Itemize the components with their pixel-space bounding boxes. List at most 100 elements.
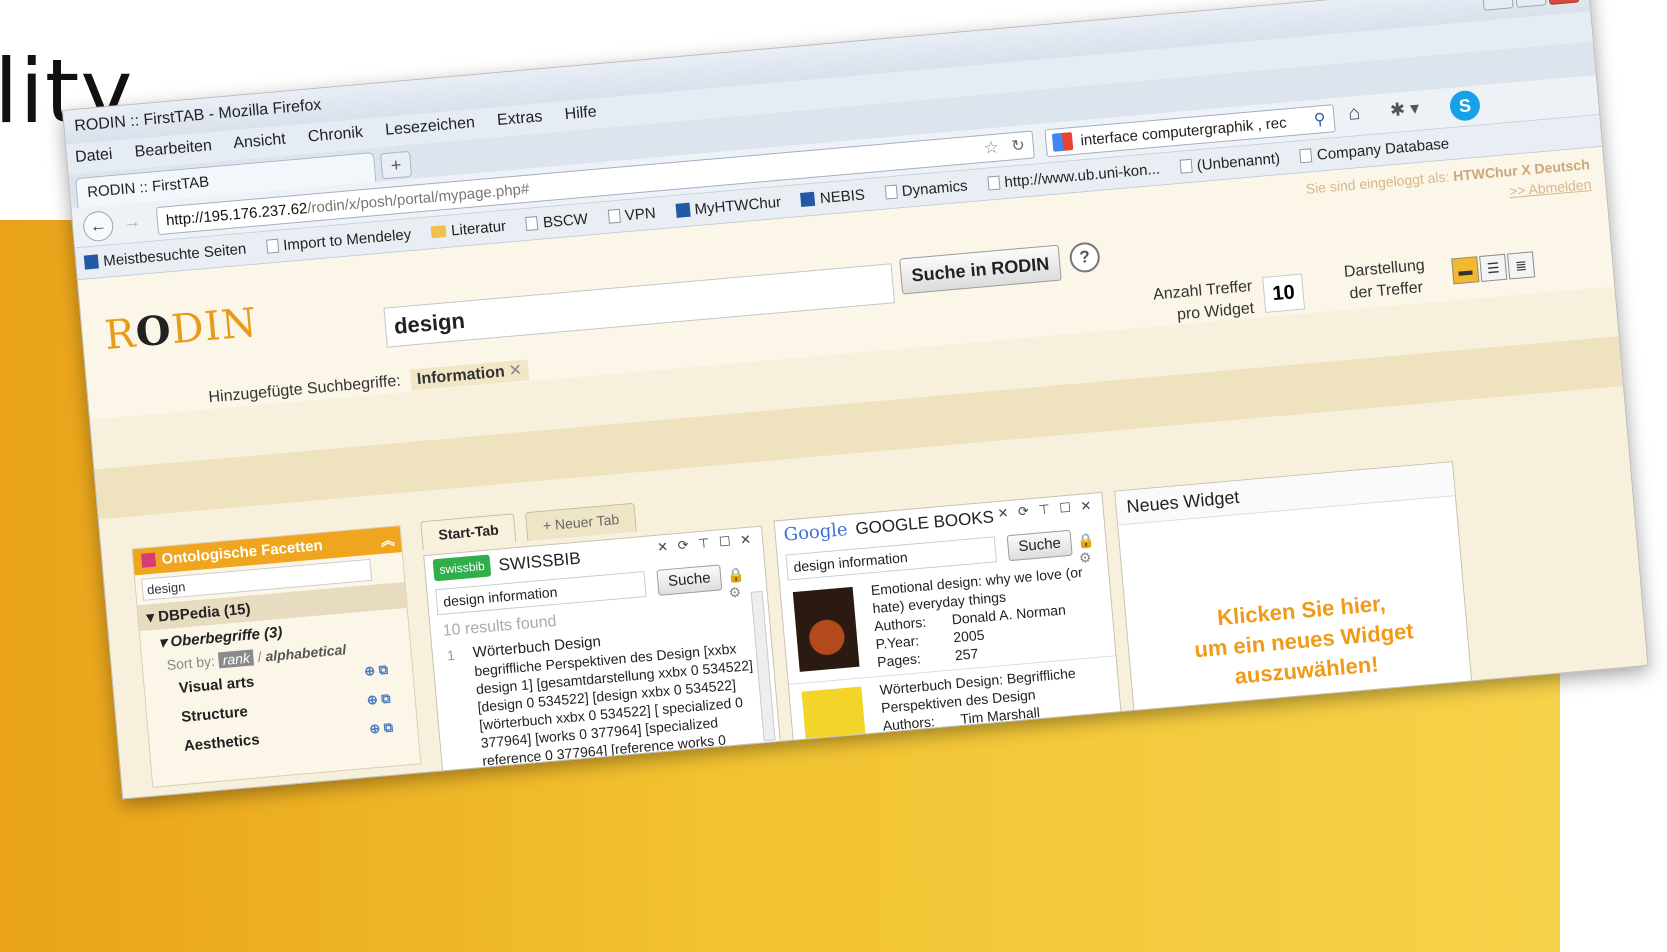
- logo-part: R: [102, 310, 138, 360]
- view-medium-icon[interactable]: ☰: [1479, 253, 1508, 282]
- maximize-button[interactable]: [1514, 0, 1547, 8]
- bookmark-label: NEBIS: [819, 186, 866, 208]
- display-label: Darstellung der Treffer: [1343, 255, 1427, 306]
- term-chip-label: Information: [416, 363, 506, 389]
- book-cover[interactable]: [792, 586, 860, 672]
- browser-screenshot: RODIN :: FirstTAB - Mozilla Firefox Date…: [62, 0, 1649, 800]
- menu-ansicht[interactable]: Ansicht: [233, 131, 287, 153]
- help-icon[interactable]: ?: [1068, 241, 1101, 274]
- page-icon: [1179, 158, 1193, 174]
- addon-icon[interactable]: ✱ ▾: [1389, 98, 1420, 121]
- rodin-search-input[interactable]: design: [383, 263, 896, 348]
- rodin-logo: RODIN: [103, 299, 259, 359]
- new-tab-button[interactable]: +: [379, 150, 413, 180]
- bookmark-star-icon[interactable]: ☆: [983, 138, 1000, 159]
- facets-panel: Ontologische Facetten ︽ design ▾ DBPedia…: [131, 525, 422, 788]
- tab-new[interactable]: + Neuer Tab: [524, 502, 638, 542]
- facet-term-label: Visual arts: [178, 673, 255, 697]
- google-engine-icon[interactable]: [1051, 132, 1074, 152]
- search-icon[interactable]: ⚲: [1313, 109, 1326, 130]
- bookmark-nebis[interactable]: NEBIS: [800, 186, 866, 209]
- menu-bearbeiten[interactable]: Bearbeiten: [134, 137, 213, 161]
- bookmark-label: BSCW: [542, 210, 589, 232]
- view-full-icon[interactable]: ≣: [1507, 251, 1536, 280]
- swissbib-logo: swissbib: [432, 554, 492, 582]
- book-year: 2005: [952, 626, 986, 646]
- added-terms: Hinzugefügte Suchbegriffe: Information ✕: [208, 359, 529, 407]
- forward-button[interactable]: →: [116, 207, 149, 240]
- widget-controls-icon[interactable]: ✕ ⟳ ⊤ ☐ ✕: [997, 498, 1095, 522]
- folder-icon: [430, 224, 447, 239]
- remove-term-icon[interactable]: ✕: [508, 362, 523, 380]
- widget-search-button[interactable]: Suche: [656, 564, 723, 596]
- tab-start[interactable]: Start-Tab: [420, 513, 517, 551]
- bookmark-bscw[interactable]: BSCW: [525, 210, 589, 233]
- hits-per-widget-input[interactable]: 10: [1262, 273, 1306, 313]
- display-label-line: Darstellung: [1343, 256, 1426, 281]
- facet-actions-icon[interactable]: ⊕ ⧉: [369, 720, 394, 738]
- bookmark-dynamics[interactable]: Dynamics: [884, 177, 968, 201]
- bookmark-literatur[interactable]: Literatur: [430, 217, 507, 241]
- page-icon: [265, 238, 279, 254]
- book-pages: 257: [954, 645, 979, 664]
- bookmark-label: Dynamics: [901, 177, 969, 201]
- reload-icon[interactable]: ↻: [1011, 135, 1026, 156]
- display-label-line: der Treffer: [1348, 279, 1424, 303]
- menu-datei[interactable]: Datei: [74, 146, 113, 166]
- menu-extras[interactable]: Extras: [496, 108, 543, 129]
- new-widget-title: Neues Widget: [1115, 462, 1455, 526]
- close-button[interactable]: [1547, 0, 1580, 5]
- minimize-button[interactable]: [1482, 0, 1514, 11]
- page-icon: [525, 215, 539, 231]
- nebis-icon: [800, 191, 816, 207]
- widget-search-button[interactable]: Suche: [1006, 529, 1073, 562]
- google-logo: Google: [782, 519, 849, 546]
- widget-title: GOOGLE BOOKS: [854, 507, 995, 539]
- facet-term-label: Aesthetics: [183, 731, 261, 755]
- hits-label-line: pro Widget: [1176, 299, 1255, 324]
- page-icon: [884, 184, 898, 200]
- swissbib-widget: swissbib SWISSBIB ✕ ⟳ ⊤ ☐ ✕ design inform…: [423, 525, 782, 787]
- sort-label: Sort by:: [166, 652, 216, 673]
- google-books-widget: Google GOOGLE BOOKS ✕ ⟳ ⊤ ☐ ✕ design info…: [773, 491, 1125, 785]
- logout-link[interactable]: >> Abmelden: [1508, 176, 1592, 199]
- new-widget-prompt[interactable]: Klicken Sie hier, um ein neues Widget au…: [1166, 584, 1443, 697]
- home-icon[interactable]: ⌂: [1347, 102, 1361, 126]
- new-widget[interactable]: Neues Widget Klicken Sie hier, um ein ne…: [1114, 461, 1474, 722]
- bookmark-myhtwchur[interactable]: MyHTWChur: [675, 194, 782, 220]
- bookmark-label: (Unbenannt): [1196, 150, 1281, 175]
- facets-title: Ontologische Facetten: [160, 536, 324, 569]
- bookmark-label: Company Database: [1316, 135, 1450, 164]
- bookmark-label: Literatur: [450, 217, 507, 240]
- widget-title: SWISSBIB: [497, 548, 582, 575]
- bookmark-unbenannt[interactable]: (Unbenannt): [1179, 150, 1281, 176]
- back-button[interactable]: ←: [82, 210, 115, 243]
- view-minimal-icon[interactable]: ▬: [1451, 256, 1480, 285]
- facet-actions-icon[interactable]: ⊕ ⧉: [366, 691, 391, 709]
- rodin-search-button[interactable]: Suche in RODIN: [899, 244, 1062, 295]
- display-mode-buttons: ▬ ☰ ≣: [1451, 251, 1537, 285]
- menu-hilfe[interactable]: Hilfe: [564, 103, 597, 123]
- bookmark-company-database[interactable]: Company Database: [1299, 135, 1450, 165]
- bookmark-icon: [83, 254, 99, 270]
- widget-controls-icon[interactable]: ✕ ⟳ ⊤ ☐ ✕: [657, 531, 755, 555]
- page-icon: [607, 208, 621, 224]
- bookmark-vpn[interactable]: VPN: [607, 205, 656, 226]
- bookmark-label: VPN: [624, 204, 657, 225]
- menu-lesezeichen[interactable]: Lesezeichen: [385, 114, 476, 139]
- sort-rank-option[interactable]: rank: [218, 649, 255, 669]
- page-icon: [1299, 148, 1313, 164]
- added-terms-label: Hinzugefügte Suchbegriffe:: [207, 372, 402, 407]
- term-chip: Information ✕: [410, 359, 529, 391]
- login-label: Sie sind eingeloggt als:: [1305, 168, 1450, 197]
- page-icon: [986, 175, 1001, 191]
- htw-icon: [675, 202, 691, 218]
- skype-icon[interactable]: S: [1448, 89, 1482, 122]
- logo-part: O: [133, 306, 174, 357]
- ontology-cube-icon: [140, 552, 157, 568]
- facet-actions-icon[interactable]: ⊕ ⧉: [364, 662, 389, 680]
- bookmark-mendeley[interactable]: Import to Mendeley: [265, 226, 412, 256]
- bookmark-label: Meistbesuchte Seiten: [102, 240, 247, 270]
- collapse-icon[interactable]: ︽: [380, 530, 396, 551]
- menu-chronik[interactable]: Chronik: [307, 124, 363, 146]
